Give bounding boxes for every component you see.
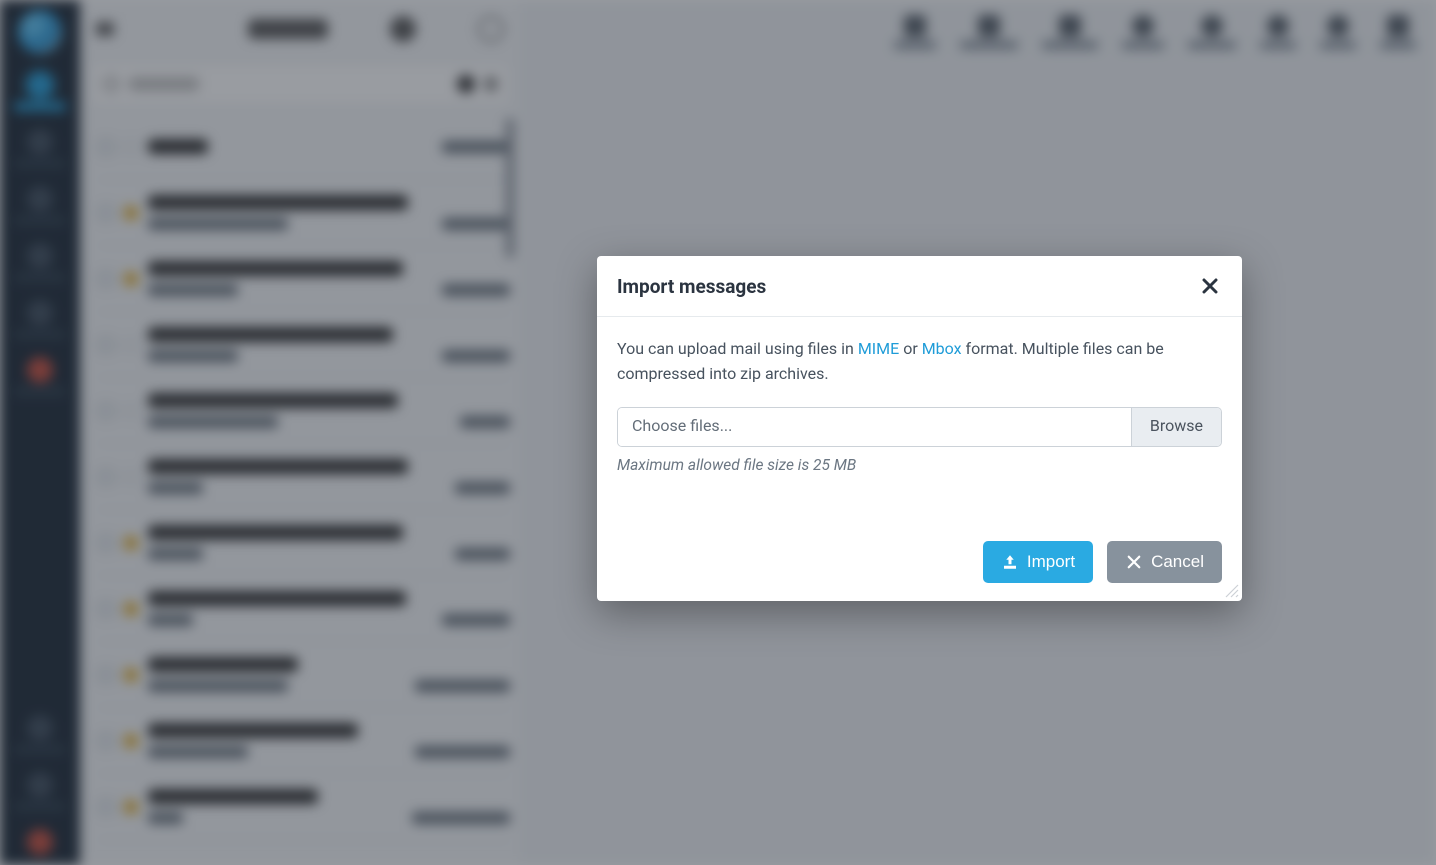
- dialog-title: Import messages: [617, 275, 766, 298]
- dialog-body: You can upload mail using files in MIME …: [597, 317, 1242, 483]
- dialog-description: You can upload mail using files in MIME …: [617, 337, 1222, 387]
- mime-link[interactable]: MIME: [858, 339, 899, 358]
- browse-button[interactable]: Browse: [1131, 408, 1221, 446]
- cancel-icon: [1125, 553, 1143, 571]
- upload-icon: [1001, 553, 1019, 571]
- import-messages-dialog: Import messages You can upload mail usin…: [597, 256, 1242, 601]
- resize-grip-icon[interactable]: [1225, 584, 1239, 598]
- close-button[interactable]: [1198, 274, 1222, 298]
- mbox-link[interactable]: Mbox: [922, 339, 962, 358]
- dialog-footer: Import Cancel: [597, 483, 1242, 601]
- file-input-placeholder: Choose files...: [618, 408, 1131, 446]
- file-input[interactable]: Choose files... Browse: [617, 407, 1222, 447]
- file-size-hint: Maximum allowed file size is 25 MB: [617, 453, 1222, 477]
- import-button[interactable]: Import: [983, 541, 1093, 583]
- dialog-header: Import messages: [597, 256, 1242, 317]
- close-icon: [1202, 278, 1218, 294]
- cancel-button[interactable]: Cancel: [1107, 541, 1222, 583]
